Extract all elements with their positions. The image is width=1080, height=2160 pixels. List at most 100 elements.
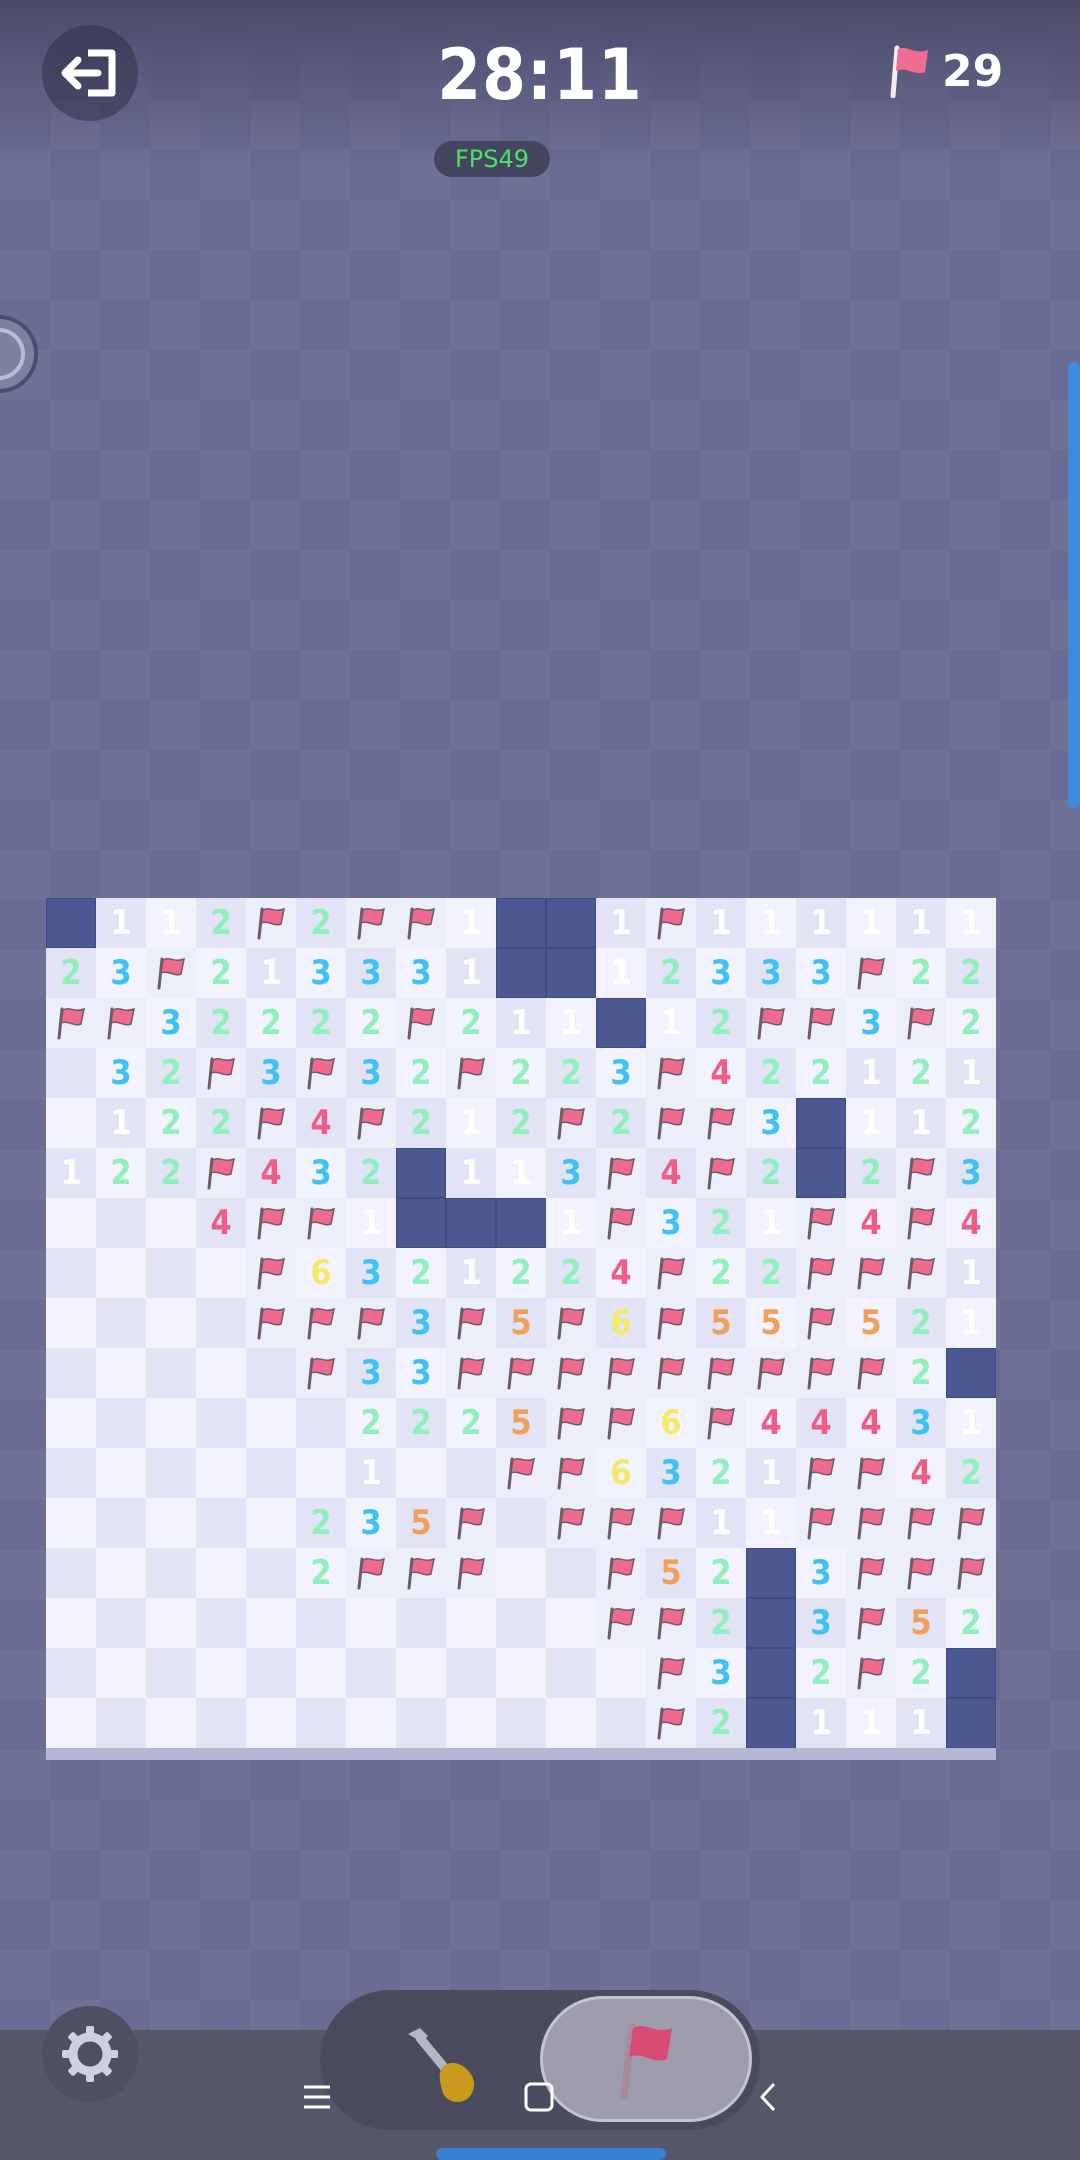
number-cell[interactable]: 2 [296,1498,346,1548]
flagged-cell[interactable] [446,1348,496,1398]
number-cell[interactable]: 2 [296,998,346,1048]
covered-cell[interactable] [746,1698,796,1748]
number-cell[interactable]: 3 [946,1148,996,1198]
number-cell[interactable]: 2 [46,948,96,998]
number-cell[interactable]: 3 [396,1298,446,1348]
flagged-cell[interactable] [846,948,896,998]
flagged-cell[interactable] [646,1248,696,1298]
number-cell[interactable]: 2 [196,948,246,998]
open-cell[interactable] [396,1648,446,1698]
number-cell[interactable]: 1 [496,1148,546,1198]
flagged-cell[interactable] [796,998,846,1048]
open-cell[interactable] [146,1198,196,1248]
number-cell[interactable]: 1 [946,1398,996,1448]
number-cell[interactable]: 3 [96,948,146,998]
number-cell[interactable]: 2 [146,1148,196,1198]
flagged-cell[interactable] [596,1548,646,1598]
number-cell[interactable]: 1 [896,898,946,948]
open-cell[interactable] [46,1598,96,1648]
flagged-cell[interactable] [796,1298,846,1348]
number-cell[interactable]: 3 [346,1048,396,1098]
flagged-cell[interactable] [796,1248,846,1298]
flagged-cell[interactable] [296,1298,346,1348]
open-cell[interactable] [46,1398,96,1448]
flagged-cell[interactable] [246,1248,296,1298]
covered-cell[interactable] [496,898,546,948]
home-icon[interactable] [522,2080,556,2114]
open-cell[interactable] [196,1248,246,1298]
flagged-cell[interactable] [896,1198,946,1248]
number-cell[interactable]: 1 [446,1148,496,1198]
open-cell[interactable] [496,1648,546,1698]
open-cell[interactable] [196,1498,246,1548]
number-cell[interactable]: 2 [946,1448,996,1498]
number-cell[interactable]: 2 [396,1048,446,1098]
open-cell[interactable] [596,1648,646,1698]
number-cell[interactable]: 2 [696,1248,746,1298]
open-cell[interactable] [96,1348,146,1398]
open-cell[interactable] [146,1398,196,1448]
open-cell[interactable] [296,1448,346,1498]
number-cell[interactable]: 3 [796,948,846,998]
open-cell[interactable] [146,1498,196,1548]
number-cell[interactable]: 1 [596,898,646,948]
open-cell[interactable] [146,1548,196,1598]
number-cell[interactable]: 2 [796,1048,846,1098]
number-cell[interactable]: 1 [246,948,296,998]
open-cell[interactable] [146,1248,196,1298]
number-cell[interactable]: 3 [96,1048,146,1098]
number-cell[interactable]: 4 [246,1148,296,1198]
flagged-cell[interactable] [96,998,146,1048]
flagged-cell[interactable] [596,1348,646,1398]
number-cell[interactable]: 2 [896,1648,946,1698]
flagged-cell[interactable] [346,1548,396,1598]
number-cell[interactable]: 1 [646,998,696,1048]
open-cell[interactable] [296,1648,346,1698]
open-cell[interactable] [196,1548,246,1598]
flagged-cell[interactable] [946,1498,996,1548]
open-cell[interactable] [396,1448,446,1498]
number-cell[interactable]: 2 [696,1448,746,1498]
flagged-cell[interactable] [696,1098,746,1148]
open-cell[interactable] [446,1698,496,1748]
number-cell[interactable]: 2 [696,1598,746,1648]
number-cell[interactable]: 2 [396,1248,446,1298]
number-cell[interactable]: 3 [396,948,446,998]
number-cell[interactable]: 1 [346,1198,396,1248]
number-cell[interactable]: 1 [46,1148,96,1198]
number-cell[interactable]: 1 [746,1198,796,1248]
number-cell[interactable]: 3 [896,1398,946,1448]
number-cell[interactable]: 3 [846,998,896,1048]
number-cell[interactable]: 2 [496,1098,546,1148]
open-cell[interactable] [196,1598,246,1648]
number-cell[interactable]: 3 [346,1498,396,1548]
flagged-cell[interactable] [896,1498,946,1548]
number-cell[interactable]: 2 [896,1348,946,1398]
number-cell[interactable]: 3 [796,1548,846,1598]
covered-cell[interactable] [746,1598,796,1648]
flagged-cell[interactable] [946,1548,996,1598]
number-cell[interactable]: 2 [946,948,996,998]
covered-cell[interactable] [496,1198,546,1248]
number-cell[interactable]: 5 [746,1298,796,1348]
covered-cell[interactable] [396,1148,446,1198]
flagged-cell[interactable] [796,1498,846,1548]
number-cell[interactable]: 2 [146,1098,196,1148]
open-cell[interactable] [446,1648,496,1698]
number-cell[interactable]: 3 [346,948,396,998]
open-cell[interactable] [396,1698,446,1748]
number-cell[interactable]: 1 [846,1098,896,1148]
open-cell[interactable] [146,1598,196,1648]
covered-cell[interactable] [396,1198,446,1248]
open-cell[interactable] [46,1198,96,1248]
number-cell[interactable]: 2 [196,898,246,948]
number-cell[interactable]: 1 [446,898,496,948]
number-cell[interactable]: 2 [496,1248,546,1298]
flag-tool-button[interactable] [540,1996,752,2122]
open-cell[interactable] [496,1698,546,1748]
open-cell[interactable] [96,1548,146,1598]
number-cell[interactable]: 3 [546,1148,596,1198]
open-cell[interactable] [96,1398,146,1448]
number-cell[interactable]: 4 [196,1198,246,1248]
open-cell[interactable] [46,1698,96,1748]
